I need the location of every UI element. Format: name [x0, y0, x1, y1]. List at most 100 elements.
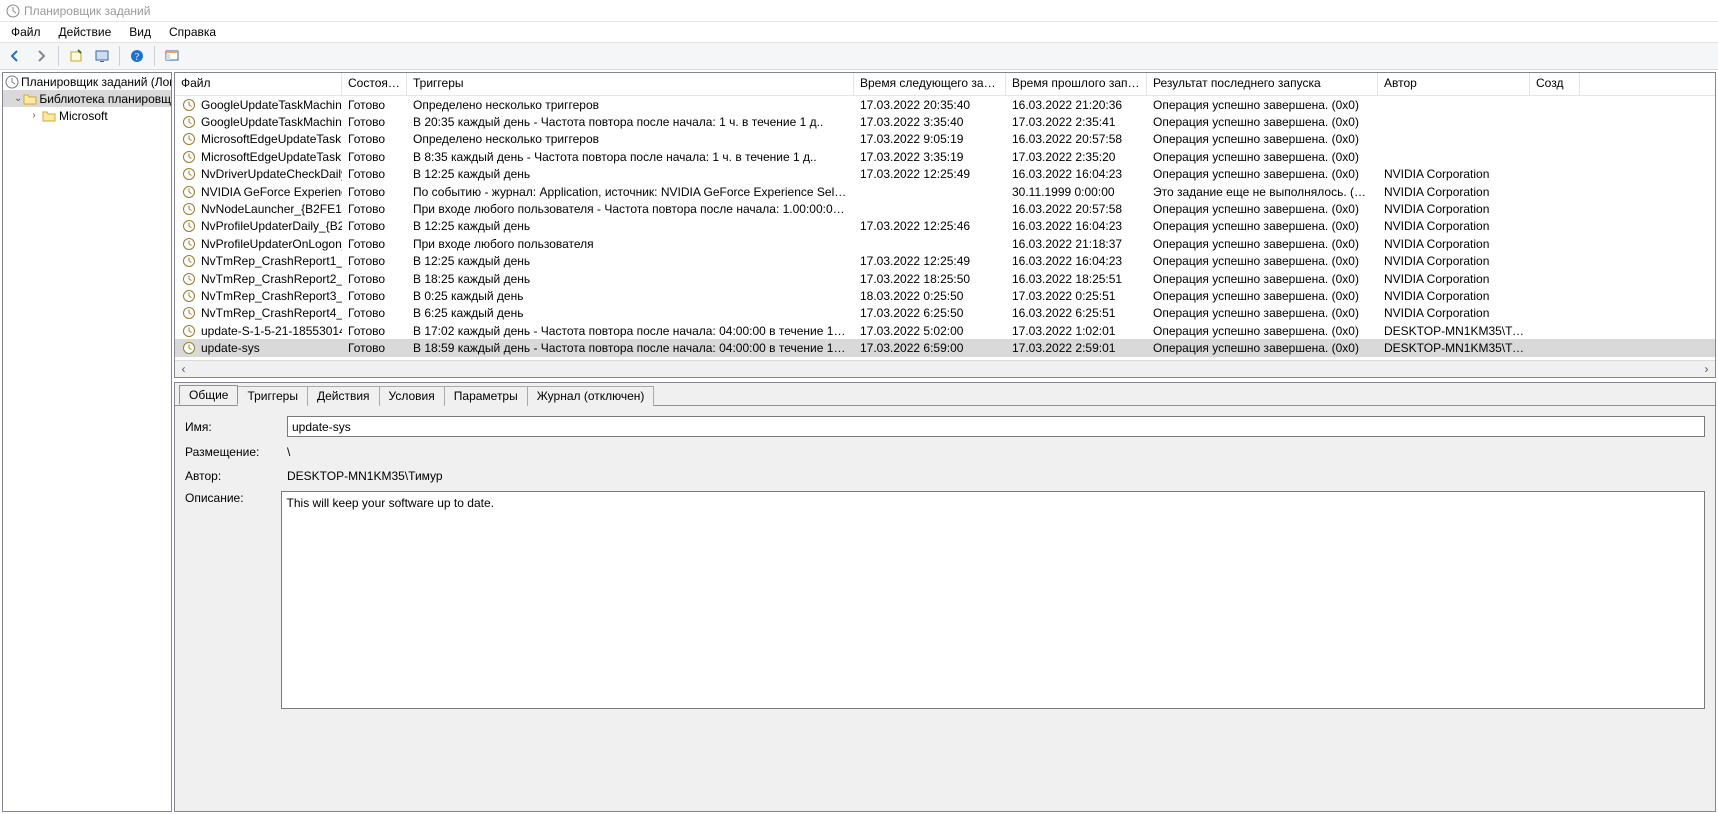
folder-icon	[41, 108, 57, 124]
tab-conditions[interactable]: Условия	[379, 386, 445, 406]
task-next-run: 17.03.2022 12:25:49	[854, 167, 1006, 181]
task-row[interactable]: NvDriverUpdateCheckDaily_{...ГотовоВ 12:…	[175, 166, 1715, 183]
task-row[interactable]: NvProfileUpdaterDaily_{B2FE...ГотовоВ 12…	[175, 218, 1715, 235]
task-row[interactable]: NVIDIA GeForce Experience ...ГотовоПо со…	[175, 183, 1715, 200]
task-state: Готово	[342, 289, 407, 303]
author-value: DESKTOP-MN1KM35\Тимур	[287, 467, 443, 485]
task-name: NvTmRep_CrashReport1_{B2...	[201, 254, 342, 268]
tree-library[interactable]: ⌄ Библиотека планировщ	[3, 90, 171, 107]
forward-button[interactable]	[30, 45, 52, 67]
menu-help[interactable]: Справка	[160, 24, 225, 40]
display-button[interactable]	[91, 45, 113, 67]
tab-history[interactable]: Журнал (отключен)	[527, 386, 655, 406]
clock-icon	[181, 201, 197, 217]
task-trigger: При входе любого пользователя - Частота …	[407, 202, 854, 216]
task-row[interactable]: NvTmRep_CrashReport2_{B2...ГотовоВ 18:25…	[175, 270, 1715, 287]
clock-icon	[181, 114, 197, 130]
task-result: Операция успешно завершена. (0x0)	[1147, 98, 1378, 112]
detail-pane: Общие Триггеры Действия Условия Параметр…	[174, 382, 1716, 812]
clock-icon	[181, 253, 197, 269]
expand-icon[interactable]: ⌄	[13, 93, 23, 104]
tree-library-label: Библиотека планировщ	[39, 92, 171, 106]
menu-action[interactable]: Действие	[50, 24, 121, 40]
task-name: GoogleUpdateTaskMachineC...	[201, 98, 342, 112]
task-name: MicrosoftEdgeUpdateTaskM...	[201, 150, 342, 164]
task-row[interactable]: NvTmRep_CrashReport4_{B2...ГотовоВ 6:25 …	[175, 305, 1715, 322]
clock-icon	[181, 271, 197, 287]
task-state: Готово	[342, 167, 407, 181]
tree-root[interactable]: Планировщик заданий (Лок	[3, 73, 171, 90]
task-row[interactable]: update-sysГотовоВ 18:59 каждый день - Ча…	[175, 339, 1715, 356]
help-button[interactable]: ?	[126, 45, 148, 67]
new-task-button[interactable]	[65, 45, 87, 67]
menu-view[interactable]: Вид	[120, 24, 160, 40]
col-author[interactable]: Автор	[1378, 73, 1530, 95]
toolbar: ?	[0, 42, 1718, 70]
list-body: GoogleUpdateTaskMachineC...ГотовоОпредел…	[175, 96, 1715, 360]
task-result: Операция успешно завершена. (0x0)	[1147, 341, 1378, 355]
task-author: NVIDIA Corporation	[1378, 306, 1530, 320]
task-next-run: 17.03.2022 5:02:00	[854, 324, 1006, 338]
task-trigger: В 12:25 каждый день	[407, 167, 854, 181]
tab-general[interactable]: Общие	[179, 385, 238, 405]
task-trigger: Определено несколько триггеров	[407, 98, 854, 112]
task-row[interactable]: NvNodeLauncher_{B2FE1952...ГотовоПри вхо…	[175, 200, 1715, 217]
tab-settings[interactable]: Параметры	[444, 386, 528, 406]
window-titlebar: Планировщик заданий	[0, 0, 1718, 22]
scroll-left-icon[interactable]: ‹	[175, 361, 192, 378]
task-next-run: 17.03.2022 20:35:40	[854, 98, 1006, 112]
task-row[interactable]: GoogleUpdateTaskMachineU...ГотовоВ 20:35…	[175, 113, 1715, 130]
tree-microsoft[interactable]: › Microsoft	[3, 107, 171, 124]
task-author: DESKTOP-MN1KM35\Тимур	[1378, 324, 1530, 338]
task-row[interactable]: update-S-1-5-21-1855301445...ГотовоВ 17:…	[175, 322, 1715, 339]
task-name: NvNodeLauncher_{B2FE1952...	[201, 202, 342, 216]
col-last-run[interactable]: Время прошлого запуска	[1006, 73, 1147, 95]
col-next-run[interactable]: Время следующего запуска	[854, 73, 1006, 95]
task-state: Готово	[342, 115, 407, 129]
clock-icon	[181, 131, 197, 147]
toolbar-separator	[154, 46, 155, 66]
task-last-run: 17.03.2022 0:25:51	[1006, 289, 1147, 303]
task-list: Файл Состояние Триггеры Время следующего…	[174, 72, 1716, 378]
task-row[interactable]: NvTmRep_CrashReport1_{B2...ГотовоВ 12:25…	[175, 253, 1715, 270]
task-trigger: Определено несколько триггеров	[407, 132, 854, 146]
horizontal-scrollbar[interactable]: ‹ ›	[175, 360, 1715, 377]
task-name: update-sys	[201, 341, 260, 355]
task-trigger: По событию - журнал: Application, источн…	[407, 185, 854, 199]
scroll-track[interactable]	[192, 361, 1698, 378]
tab-actions[interactable]: Действия	[307, 386, 380, 406]
task-state: Готово	[342, 341, 407, 355]
tab-triggers[interactable]: Триггеры	[237, 386, 308, 406]
task-row[interactable]: MicrosoftEdgeUpdateTaskM...ГотовоВ 8:35 …	[175, 148, 1715, 165]
task-name: NVIDIA GeForce Experience ...	[201, 185, 342, 199]
task-last-run: 16.03.2022 18:25:51	[1006, 272, 1147, 286]
task-trigger: В 6:25 каждый день	[407, 306, 854, 320]
task-next-run: 17.03.2022 9:05:19	[854, 132, 1006, 146]
task-name: MicrosoftEdgeUpdateTaskM...	[201, 132, 342, 146]
task-state: Готово	[342, 254, 407, 268]
task-result: Операция успешно завершена. (0x0)	[1147, 237, 1378, 251]
col-triggers[interactable]: Триггеры	[407, 73, 854, 95]
description-textarea[interactable]	[281, 491, 1705, 709]
location-label: Размещение:	[185, 445, 287, 459]
name-input[interactable]	[287, 416, 1705, 437]
back-button[interactable]	[4, 45, 26, 67]
panel-button[interactable]	[161, 45, 183, 67]
scroll-right-icon[interactable]: ›	[1698, 361, 1715, 378]
task-last-run: 16.03.2022 20:57:58	[1006, 132, 1147, 146]
task-row[interactable]: GoogleUpdateTaskMachineC...ГотовоОпредел…	[175, 96, 1715, 113]
col-state[interactable]: Состояние	[342, 73, 407, 95]
task-row[interactable]: MicrosoftEdgeUpdateTaskM...ГотовоОпредел…	[175, 131, 1715, 148]
menu-file[interactable]: Файл	[2, 24, 50, 40]
col-last-result[interactable]: Результат последнего запуска	[1147, 73, 1378, 95]
task-state: Готово	[342, 237, 407, 251]
expand-icon[interactable]: ›	[27, 110, 41, 121]
col-file[interactable]: Файл	[175, 73, 342, 95]
task-state: Готово	[342, 324, 407, 338]
task-next-run: 17.03.2022 3:35:40	[854, 115, 1006, 129]
task-row[interactable]: NvTmRep_CrashReport3_{B2...ГотовоВ 0:25 …	[175, 287, 1715, 304]
clock-icon	[181, 166, 197, 182]
col-created[interactable]: Созд	[1530, 73, 1580, 95]
task-row[interactable]: NvProfileUpdaterOnLogon_{...ГотовоПри вх…	[175, 235, 1715, 252]
task-author: DESKTOP-MN1KM35\Тимур	[1378, 341, 1530, 355]
